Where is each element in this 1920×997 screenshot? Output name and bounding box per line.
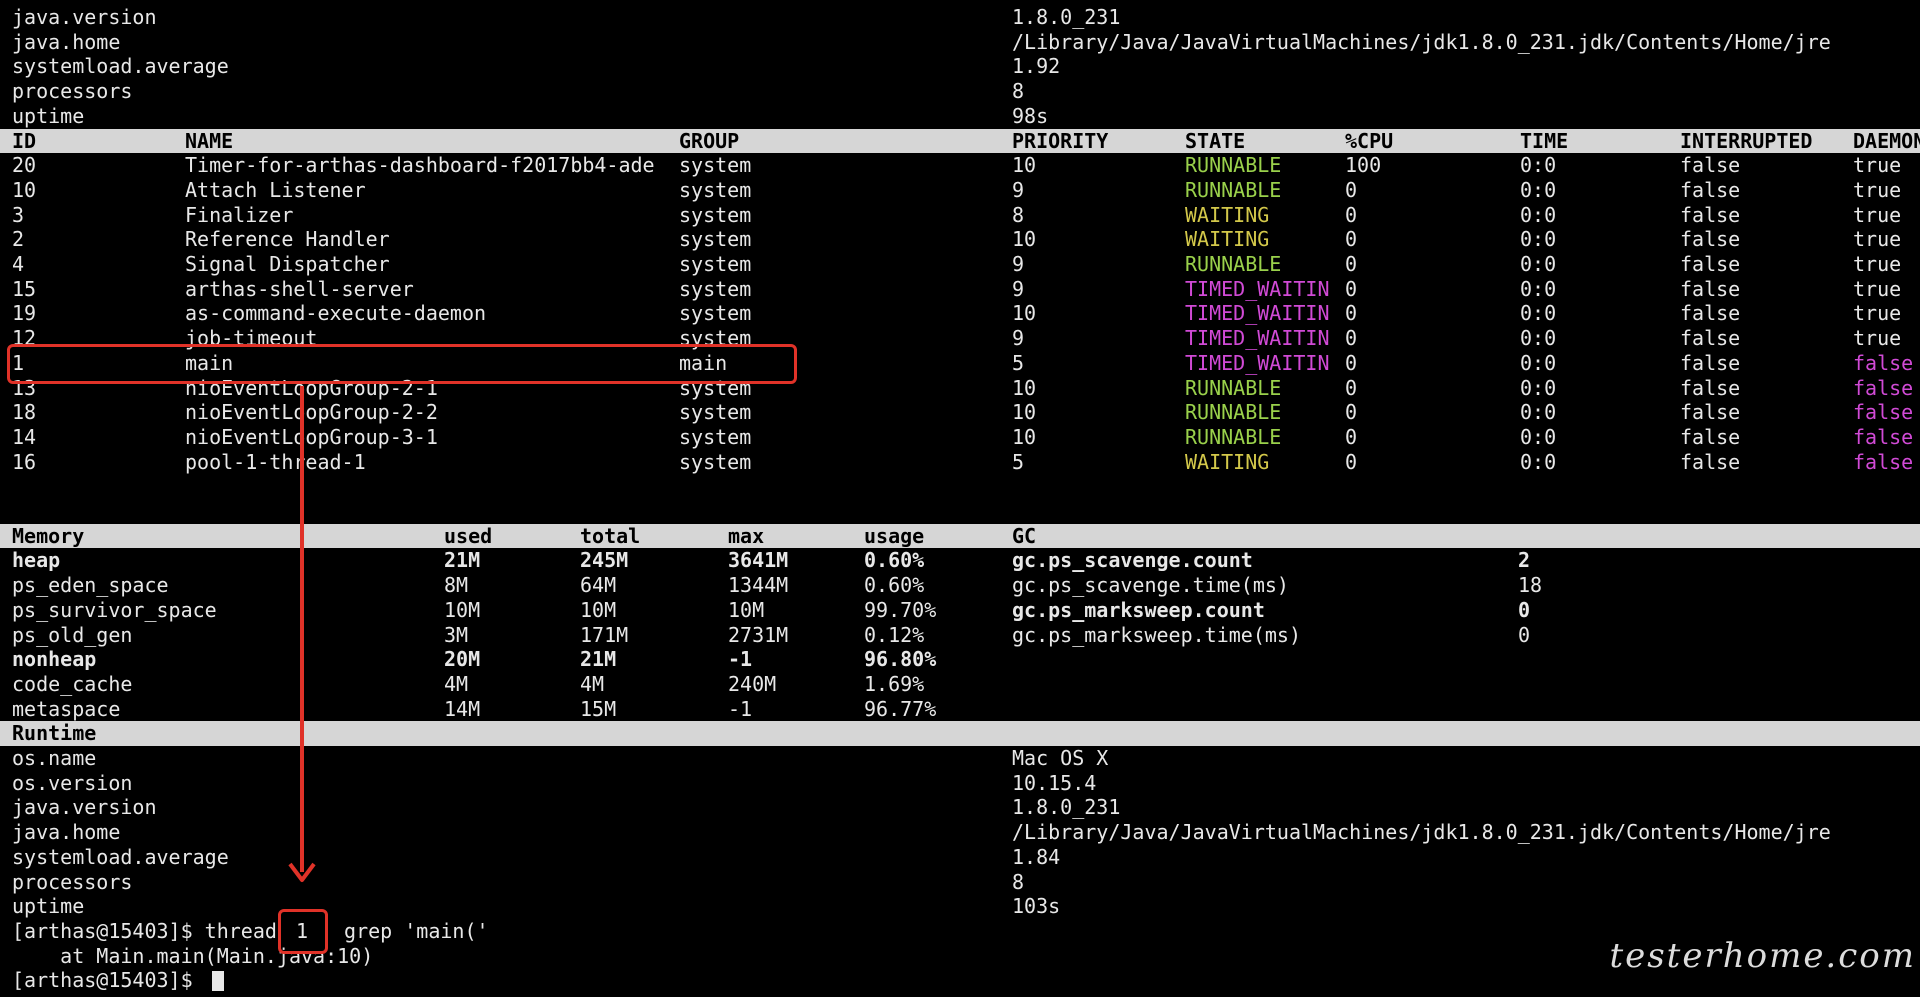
annotation-arrow bbox=[288, 386, 316, 882]
watermark: testerhome.com bbox=[1609, 936, 1916, 976]
